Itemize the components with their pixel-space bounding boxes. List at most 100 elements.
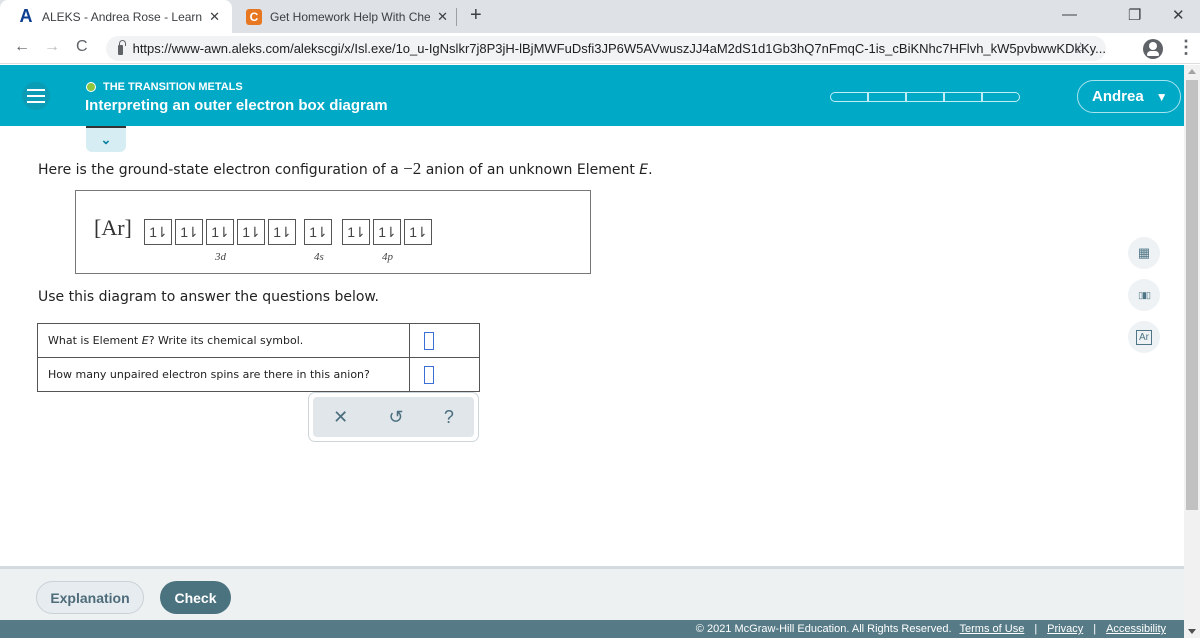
topic-text: THE TRANSITION METALS [103,81,243,93]
back-button[interactable]: ← [14,38,30,56]
accessibility-link[interactable]: Accessibility [1106,623,1166,635]
orbital-box: 1⇂ [237,219,265,245]
copyright-bar: © 2021 McGraw-Hill Education. All Rights… [0,620,1184,638]
chegg-favicon-icon: C [246,8,262,25]
tab-close-icon[interactable]: ✕ [209,9,220,25]
page-scrollbar[interactable] [1184,65,1200,638]
orbital-4p: 1⇂ 1⇂ 1⇂ [342,219,432,245]
new-tab-button[interactable]: + [470,4,482,27]
forward-button[interactable]: → [44,38,60,56]
electron-box-diagram: [Ar] 1⇂ 1⇂ 1⇂ 1⇂ 1⇂ 3d 1⇂ 4s 1⇂ 1⇂ 1⇂ 4p [75,190,591,274]
aleks-favicon-icon: A [19,6,33,26]
tab-title: ALEKS - Andrea Rose - Learn [42,9,203,24]
tab-chegg[interactable]: C Get Homework Help With Chegg ✕ [232,0,460,33]
orbital-box: 1⇂ [373,219,401,245]
progress-segment [982,92,1020,102]
explanation-button[interactable]: Explanation [36,581,144,614]
browser-menu-icon[interactable]: ⋮ [1177,37,1195,58]
orbital-4s: 1⇂ [304,219,332,245]
scroll-down-icon[interactable] [1188,629,1196,634]
orbital-box: 1⇂ [342,219,370,245]
orbital-box: 1⇂ [206,219,234,245]
url-input[interactable]: https://www-awn.aleks.com/alekscgi/x/Isl… [106,36,1106,61]
progress-bar [830,92,1020,102]
orbital-label-4p: 4p [382,251,393,263]
unpaired-spins-input[interactable] [424,365,434,384]
question-row: What is Element E? Write its chemical sy… [37,323,480,358]
terms-link[interactable]: Terms of Use [960,623,1025,635]
orbital-box: 1⇂ [268,219,296,245]
chevron-down-icon: ▼ [1155,89,1168,104]
collapse-header-button[interactable]: ⌄ [86,126,126,152]
close-window-button[interactable]: ✕ [1172,6,1185,24]
bookmark-star-icon[interactable]: ☆ [1074,39,1087,57]
charge-value: −2 [403,159,422,178]
question-text: What is Element E? Write its chemical sy… [37,323,410,358]
core-config: [Ar] [94,215,132,240]
questions-table: What is Element E? Write its chemical sy… [37,323,480,392]
progress-segment [830,92,868,102]
user-name: Andrea [1092,88,1144,105]
check-button[interactable]: Check [160,581,231,614]
topic-status-dot-icon [86,82,96,92]
orbital-label-4s: 4s [314,251,324,263]
orbital-3d: 1⇂ 1⇂ 1⇂ 1⇂ 1⇂ [144,219,296,245]
scroll-up-icon[interactable] [1188,69,1196,74]
url-text: https://www-awn.aleks.com/alekscgi/x/Isl… [132,41,1106,56]
copyright-text: © 2021 McGraw-Hill Education. All Rights… [695,623,952,635]
browser-tab-bar: A ALEKS - Andrea Rose - Learn ✕ C Get Ho… [0,0,1200,33]
clear-button[interactable]: ✕ [333,407,348,428]
privacy-link[interactable]: Privacy [1047,623,1083,635]
main-content: Here is the ground-state electron config… [0,126,1184,566]
orbital-box: 1⇂ [175,219,203,245]
periodic-table-icon: Ar [1136,329,1152,345]
aleks-header: THE TRANSITION METALS Interpreting an ou… [0,65,1184,126]
problem-intro: Here is the ground-state electron config… [38,159,653,179]
help-button[interactable]: ? [444,407,454,428]
user-menu-button[interactable]: Andrea ▼ [1077,80,1181,113]
orbital-box: 1⇂ [304,219,332,245]
reload-button[interactable]: C [76,38,88,56]
question-prefix: What is Element [48,334,142,347]
instruction-text: Use this diagram to answer the questions… [38,289,380,305]
tab-separator [456,8,457,26]
hamburger-menu-icon[interactable] [22,82,50,110]
tab-close-icon[interactable]: ✕ [437,9,448,25]
address-bar-row: ← → C https://www-awn.aleks.com/alekscgi… [0,33,1200,64]
topic-label: THE TRANSITION METALS [86,81,243,93]
minimize-button[interactable]: — [1062,6,1077,23]
periodic-table-button[interactable]: Ar [1128,321,1160,353]
intro-text: Here is the ground-state electron config… [38,162,404,178]
calculator-button[interactable]: ▦ [1128,237,1160,269]
data-chart-button[interactable]: ▯▮▯ [1128,279,1160,311]
profile-avatar-icon[interactable] [1143,39,1163,59]
orbital-box: 1⇂ [144,219,172,245]
progress-segment [906,92,944,102]
page-title: Interpreting an outer electron box diagr… [85,97,388,114]
element-variable: E [141,334,149,347]
undo-button[interactable]: ↺ [388,407,403,428]
element-variable: E [639,162,649,178]
progress-segment [868,92,906,102]
answer-cell [409,323,480,358]
element-symbol-input[interactable] [424,331,434,350]
restore-button[interactable]: ❐ [1128,6,1141,24]
lock-icon [118,39,126,55]
tab-aleks[interactable]: A ALEKS - Andrea Rose - Learn ✕ [0,0,232,33]
action-bar: Explanation Check [0,566,1184,620]
intro-text: anion of an unknown Element [421,162,640,178]
question-row: How many unpaired electron spins are the… [37,357,480,392]
progress-segment [944,92,982,102]
answer-cell [409,357,480,392]
chevron-down-icon: ⌄ [100,132,112,147]
orbital-box: 1⇂ [404,219,432,245]
question-text: How many unpaired electron spins are the… [37,357,410,392]
question-suffix: ? Write its chemical symbol. [148,334,304,347]
chart-icon: ▯▮▯ [1138,289,1151,300]
link-separator: | [1093,623,1097,635]
tab-title: Get Homework Help With Chegg [270,9,430,24]
answer-tools: ✕ ↺ ? [308,392,479,442]
link-separator: | [1034,623,1038,635]
scrollbar-thumb[interactable] [1186,80,1198,510]
intro-text: . [648,162,653,178]
